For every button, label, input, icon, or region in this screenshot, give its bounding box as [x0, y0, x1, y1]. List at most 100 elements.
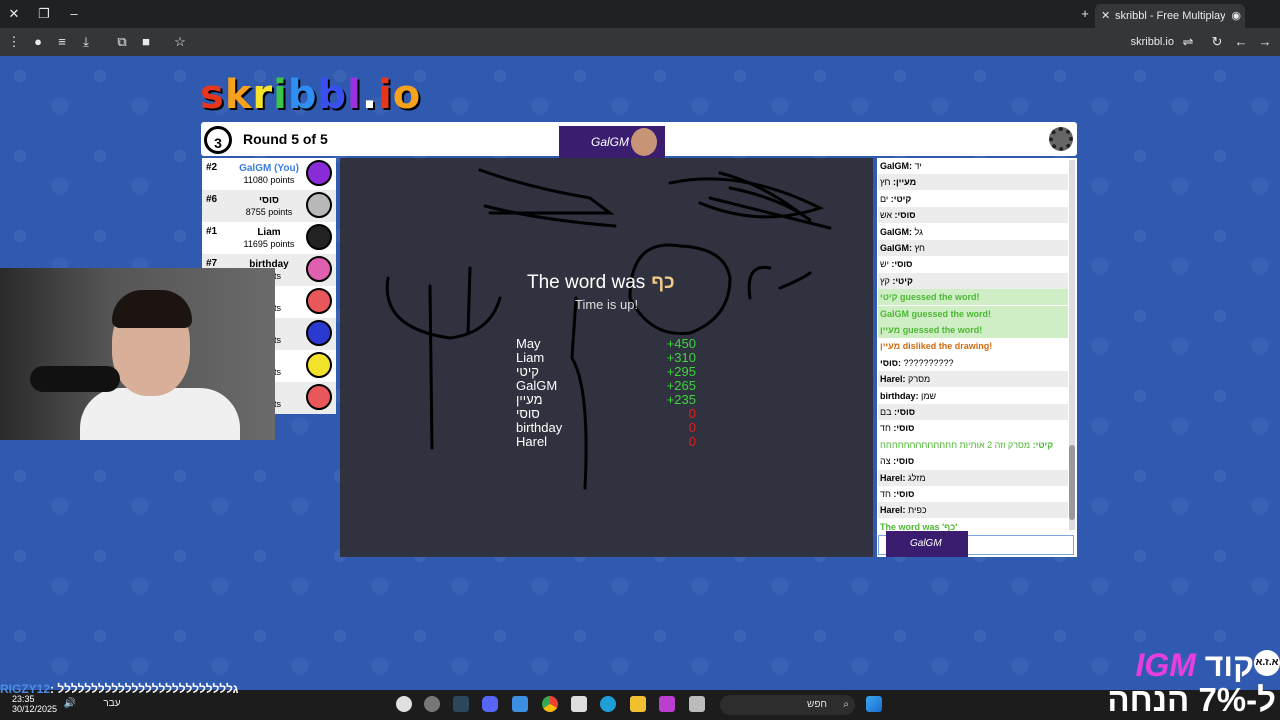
result-name: May — [516, 336, 541, 351]
stroke — [385, 276, 502, 340]
forward-icon[interactable]: → — [1255, 28, 1275, 56]
chat-scrollbar[interactable] — [1069, 160, 1075, 530]
player-row[interactable]: #2 GalGM (You) 11080 points — [202, 158, 336, 190]
chat-message: סוסי: יש — [878, 256, 1068, 272]
language-indicator[interactable]: עבר — [100, 692, 124, 716]
chat-message: קיטי: קץ — [878, 272, 1068, 289]
chat-message: קיטי: מסרק וזה 2 אותיות חחחחחחחחחחחחח — [878, 437, 1068, 453]
volume-icon[interactable]: 🔊 — [60, 692, 80, 716]
clock-date: 30/12/2025 — [12, 704, 58, 714]
search-text: חפש — [807, 699, 827, 710]
streamer-banner: GalGM — [559, 126, 665, 158]
chat-text: בם — [880, 407, 892, 417]
minimize-icon[interactable]: – — [64, 0, 84, 28]
windows-start-icon[interactable] — [866, 696, 882, 712]
back-icon[interactable]: ← — [1231, 28, 1251, 56]
clock-time: 23:35 — [12, 694, 35, 704]
chat-user: סוסי: — [890, 489, 915, 499]
result-name: Harel — [516, 434, 548, 449]
chat-text: גל — [914, 226, 923, 237]
chrome-icon[interactable] — [542, 696, 558, 712]
edge-icon[interactable] — [600, 696, 616, 712]
reload-icon[interactable]: ↻ — [1207, 28, 1227, 56]
result-row: Liam +310 — [516, 350, 716, 365]
chat-user: מעיין: — [890, 177, 917, 188]
taskbar-search[interactable]: חפש ⌕ — [720, 695, 855, 715]
site-settings-icon[interactable]: ⇌ — [1178, 28, 1198, 56]
player-row[interactable]: #6 סוסי 8755 points — [202, 190, 336, 222]
puzzle-icon[interactable]: ⧉ — [112, 28, 132, 56]
chat-user: קיטי — [880, 292, 901, 303]
banner-text: GalGM — [910, 538, 942, 549]
store-icon[interactable] — [571, 696, 587, 712]
chat-message: Harel: מזלג — [878, 469, 1068, 486]
player-avatar — [306, 320, 332, 346]
microphone-icon — [30, 366, 120, 392]
tab-close-icon[interactable]: ✕ — [1101, 4, 1110, 28]
scrollbar-thumb[interactable] — [1069, 445, 1075, 520]
bookmark-star-icon[interactable]: ☆ — [170, 28, 190, 56]
chat-user: קיטי: — [888, 193, 912, 204]
player-row[interactable]: #1 Liam 11695 points — [202, 222, 336, 254]
app-icon[interactable] — [424, 696, 440, 712]
result-score: +450 — [666, 336, 696, 351]
player-avatar — [306, 384, 332, 410]
player-name: סוסי — [259, 195, 279, 206]
profile-icon[interactable]: ● — [28, 28, 48, 56]
stroke — [478, 168, 615, 215]
chat-text: חד — [880, 489, 891, 499]
result-row: birthday 0 — [516, 420, 716, 435]
folder-icon[interactable] — [630, 696, 646, 712]
chat-message: GalGM: יד — [878, 158, 1068, 174]
settings-gear-icon[interactable] — [1049, 127, 1073, 151]
timer-clock: 3 — [204, 126, 232, 154]
logo-letter: k — [224, 72, 253, 118]
chat-text: guessed the word! — [902, 325, 983, 335]
new-tab-icon[interactable]: + — [1075, 0, 1095, 28]
download-icon[interactable]: ⤓ — [76, 28, 96, 56]
browser-toolbar: ⋮ ● ≡ ⤓ ⧉ ■ ☆ ⇌ ↻ ← → — [0, 28, 1280, 56]
chat-message: מעיין disliked the drawing! — [878, 338, 1068, 354]
result-name: קיטי — [516, 364, 539, 379]
restore-icon[interactable]: ❐ — [34, 0, 54, 28]
menu-icon[interactable]: ⋮ — [4, 28, 24, 56]
chat-text: מסרק וזה 2 אותיות חחחחחחחחחחחחח — [880, 439, 1031, 450]
player-avatar — [306, 192, 332, 218]
extension-icon[interactable]: ≡ — [52, 28, 72, 56]
url-text[interactable]: skribbl.io — [1131, 28, 1174, 56]
player-rank: #1 — [206, 226, 218, 237]
taskbar-clock[interactable]: 23:35 30/12/2025 — [12, 694, 57, 714]
chat-message: birthday: שמן — [878, 388, 1068, 404]
chat-text: חץ — [914, 243, 925, 253]
logo-letter: . — [361, 72, 379, 118]
chat-text: guessed the word! — [911, 308, 992, 319]
tab-title: skribbl - Free Multiplayer D — [1115, 10, 1225, 22]
chat-user: GalGM — [880, 308, 912, 319]
chat-message: סוסי: צה — [878, 453, 1068, 469]
player-name: GalGM (You) — [239, 163, 299, 174]
chat-text: חד — [880, 423, 891, 434]
discord-icon[interactable] — [482, 696, 498, 712]
chat-user: סוסי: — [890, 456, 915, 467]
photos-icon[interactable] — [512, 696, 528, 712]
chat-user: קיטי: — [1030, 439, 1054, 450]
streamer-banner-small: GalGM — [886, 531, 968, 557]
app2-icon[interactable] — [659, 696, 675, 712]
app3-icon[interactable] — [689, 696, 705, 712]
chat-user: סוסי: — [880, 357, 904, 368]
browser-tab[interactable]: ✕ skribbl - Free Multiplayer D ◉ — [1095, 4, 1245, 28]
obs-icon[interactable] — [396, 696, 412, 712]
chat-text: שמן — [921, 390, 937, 401]
chat-user: Harel: — [880, 374, 909, 385]
result-row: קיטי +295 — [516, 364, 716, 379]
webcam-person-hair — [112, 290, 192, 328]
close-icon[interactable]: ✕ — [4, 0, 24, 28]
chat-text: יש — [880, 259, 889, 270]
webcam-person-shirt — [80, 388, 240, 440]
stroke — [778, 271, 812, 290]
result-row: May +450 — [516, 336, 716, 351]
promo-badge: א.ז.א — [1254, 650, 1280, 676]
steam-icon[interactable] — [453, 696, 469, 712]
recording-icon[interactable]: ■ — [136, 28, 156, 56]
chat-box: GalGM: יד מעיין: חץ קיטי: ים סוסי: אש GalGM:… — [877, 158, 1077, 557]
